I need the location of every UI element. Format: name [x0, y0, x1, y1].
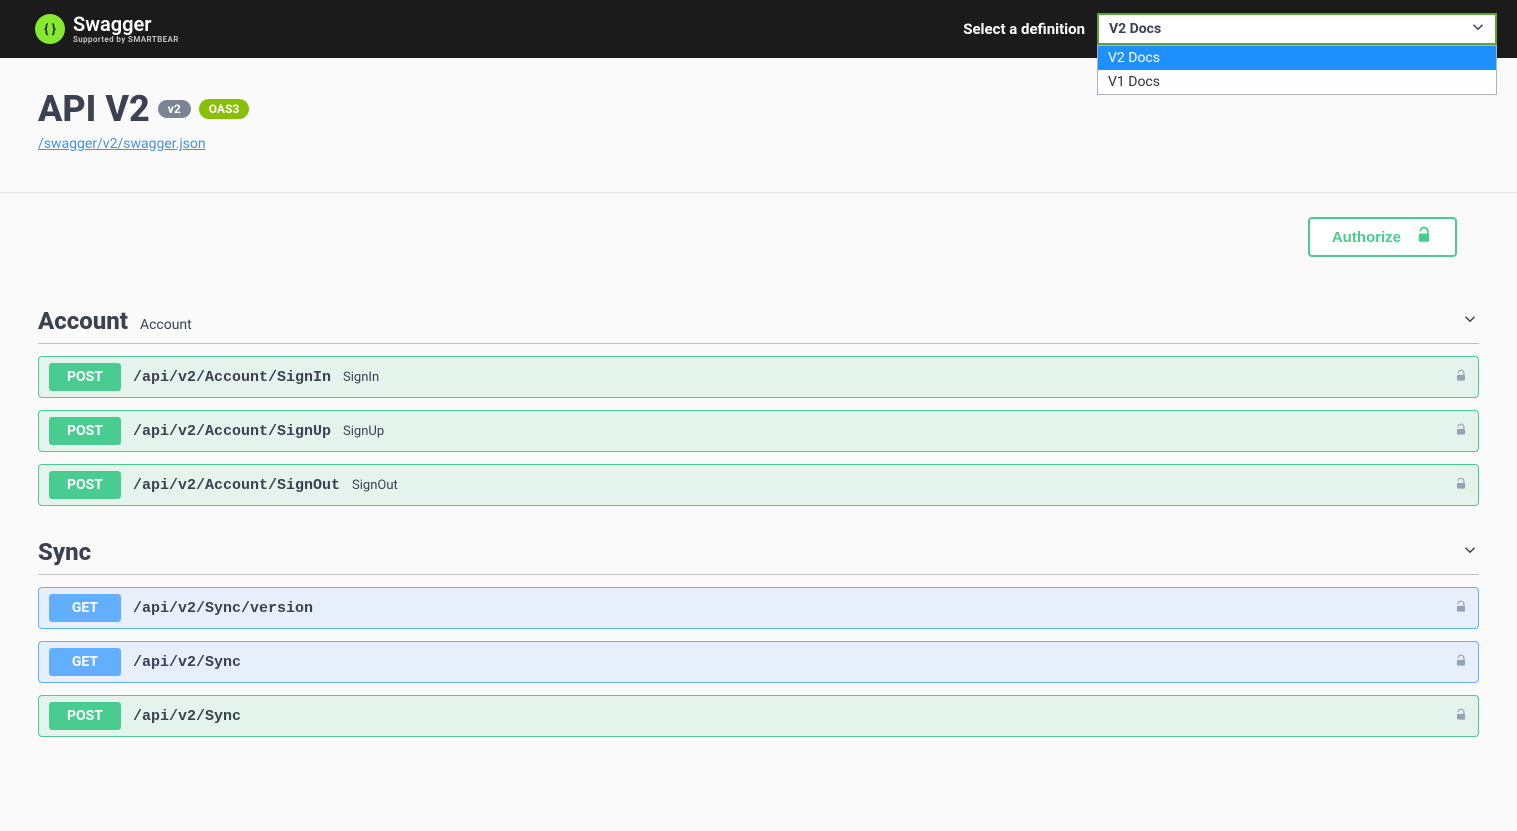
lock-icon	[1454, 476, 1468, 495]
authorize-button-label: Authorize	[1332, 229, 1401, 246]
operation-row[interactable]: GET/api/v2/Sync/version	[38, 587, 1479, 629]
lock-icon	[1454, 599, 1468, 618]
definition-selector-input[interactable]: V2 Docs	[1097, 13, 1497, 45]
authorize-button[interactable]: Authorize	[1308, 217, 1457, 257]
operation-path: /api/v2/Sync	[133, 654, 241, 671]
spec-url-link[interactable]: /swagger/v2/swagger.json	[38, 136, 206, 152]
swagger-logo[interactable]: { } Swagger Supported by SMARTBEAR	[35, 14, 179, 44]
operation-path: /api/v2/Sync/version	[133, 600, 313, 617]
http-method-badge: POST	[49, 702, 121, 730]
definition-option[interactable]: V1 Docs	[1098, 70, 1496, 94]
oas-badge: OAS3	[199, 99, 250, 119]
tag-header[interactable]: Account Account	[38, 299, 1479, 344]
definition-dropdown: V2 Docs V1 Docs	[1097, 45, 1497, 95]
http-method-badge: POST	[49, 471, 121, 499]
chevron-down-icon	[1469, 18, 1487, 40]
tag-name: Sync	[38, 538, 91, 566]
http-method-badge: GET	[49, 648, 121, 676]
lock-icon	[1454, 653, 1468, 672]
tag-description: Account	[140, 317, 192, 333]
topbar: { } Swagger Supported by SMARTBEAR Selec…	[0, 0, 1517, 58]
brand-name: Swagger	[73, 14, 179, 34]
operation-path: /api/v2/Sync	[133, 708, 241, 725]
definition-selector[interactable]: V2 Docs V2 Docs V1 Docs	[1097, 13, 1497, 45]
unlock-icon	[1415, 226, 1433, 248]
tag-name: Account	[38, 307, 128, 335]
operation-row[interactable]: POST/api/v2/Account/SignIn SignIn	[38, 356, 1479, 398]
tag-section: Account Account POST/api/v2/Account/SignIn…	[38, 299, 1479, 506]
operation-path: /api/v2/Account/SignOut	[133, 477, 340, 494]
operation-row[interactable]: GET/api/v2/Sync	[38, 641, 1479, 683]
version-badge: v2	[158, 100, 191, 118]
api-title: API V2	[38, 88, 150, 130]
tag-section: SyncGET/api/v2/Sync/versionGET/api/v2/Sy…	[38, 530, 1479, 737]
operation-summary: SignUp	[343, 424, 384, 439]
tag-header-left: Account Account	[38, 307, 192, 335]
operation-path: /api/v2/Account/SignIn	[133, 369, 331, 386]
operation-row[interactable]: POST/api/v2/Sync	[38, 695, 1479, 737]
definition-option[interactable]: V2 Docs	[1098, 46, 1496, 70]
tag-header-left: Sync	[38, 538, 91, 566]
lock-icon	[1454, 422, 1468, 441]
tag-header[interactable]: Sync	[38, 530, 1479, 575]
auth-wrap: Authorize	[0, 193, 1517, 275]
swagger-logo-icon: { }	[35, 14, 65, 44]
definition-selector-label: Select a definition	[963, 20, 1085, 38]
operation-summary: SignIn	[343, 370, 379, 385]
http-method-badge: POST	[49, 363, 121, 391]
brand-subtitle: Supported by SMARTBEAR	[73, 36, 179, 44]
operation-row[interactable]: POST/api/v2/Account/SignUp SignUp	[38, 410, 1479, 452]
http-method-badge: GET	[49, 594, 121, 622]
operation-path: /api/v2/Account/SignUp	[133, 423, 331, 440]
operation-summary: SignOut	[352, 478, 398, 493]
swagger-logo-text: Swagger Supported by SMARTBEAR	[73, 14, 179, 44]
chevron-down-icon	[1461, 541, 1479, 563]
operation-row[interactable]: POST/api/v2/Account/SignOut SignOut	[38, 464, 1479, 506]
lock-icon	[1454, 707, 1468, 726]
lock-icon	[1454, 368, 1468, 387]
chevron-down-icon	[1461, 310, 1479, 332]
definition-selector-area: Select a definition V2 Docs V2 Docs V1 D…	[963, 13, 1497, 45]
definition-selected-value: V2 Docs	[1109, 21, 1161, 37]
http-method-badge: POST	[49, 417, 121, 445]
